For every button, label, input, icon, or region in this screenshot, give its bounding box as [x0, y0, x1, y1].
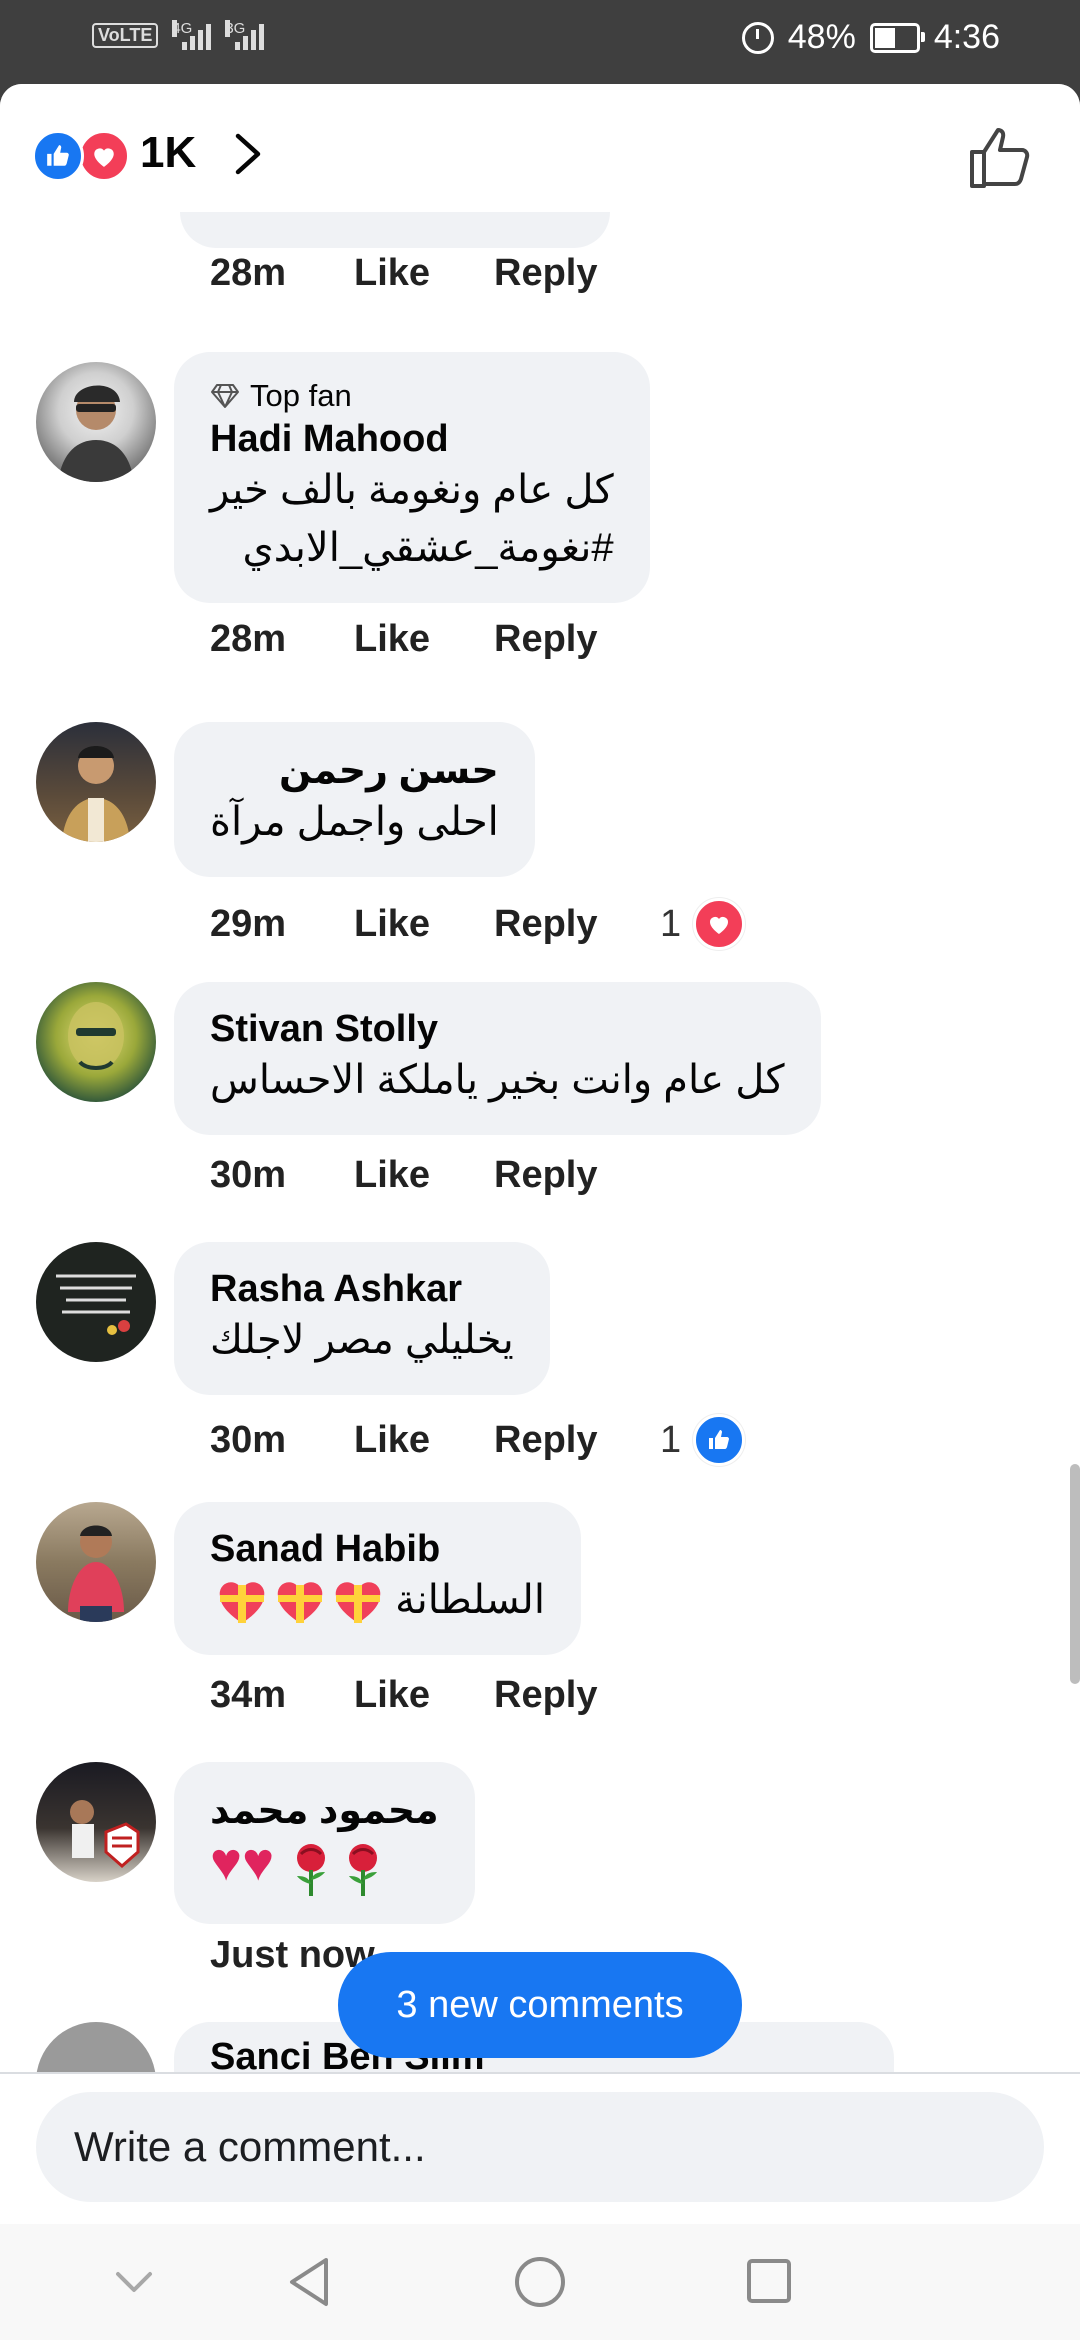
like-button[interactable]: Like — [354, 1674, 494, 1717]
love-reaction-icon — [693, 898, 746, 950]
status-bar: VoLTE 4G 3G 48% 4:36 — [0, 0, 1080, 84]
comment-meta: 30m Like Reply 1 — [210, 1414, 746, 1466]
gift-heart-icon — [277, 1582, 323, 1624]
comment-time: 34m — [210, 1674, 287, 1716]
like-button[interactable]: Like — [354, 1419, 494, 1462]
back-icon[interactable] — [284, 2254, 334, 2310]
heart-emoji: ♥ — [242, 1832, 275, 1892]
comment-time: 30m — [210, 1154, 287, 1196]
comments-list: 28m Like Reply Top fan Hadi Mahood كل عا… — [0, 212, 1080, 2072]
comment-bubble[interactable]: Stivan Stolly كل عام وانت بخير ياملكة ال… — [174, 982, 821, 1135]
reply-button[interactable]: Reply — [494, 1674, 660, 1717]
comment-bubble[interactable]: حسن رحمن احلى واجمل مرآة — [174, 722, 535, 877]
like-button[interactable]: Like — [354, 252, 494, 295]
reply-button[interactable]: Reply — [494, 252, 660, 295]
battery-icon — [869, 22, 925, 53]
alarm-icon — [741, 21, 774, 54]
like-button[interactable]: Like — [354, 1154, 494, 1197]
comment-author[interactable]: Rasha Ashkar — [210, 1268, 514, 1311]
comment-text-line: السلطانة — [395, 1578, 545, 1622]
comments-sheet: 1K 28m Like Reply Top fan Hadi Mahood كل… — [0, 84, 1080, 2340]
comment-time: 29m — [210, 902, 287, 945]
comment-author[interactable]: Sanad Habib — [210, 1528, 545, 1571]
like-reaction-icon — [693, 1414, 746, 1466]
gift-heart-icon — [219, 1582, 265, 1624]
badge-label: Top fan — [250, 378, 352, 413]
comment-meta: 29m Like Reply 1 — [210, 898, 746, 950]
scrollbar[interactable] — [1070, 1464, 1080, 1684]
comment-meta: 28m Like Reply — [210, 252, 660, 295]
home-icon[interactable] — [512, 2254, 568, 2310]
comment-author[interactable]: Stivan Stolly — [210, 1008, 785, 1051]
like-reaction-icon — [32, 130, 84, 182]
comment-meta: 34m Like Reply — [210, 1674, 660, 1717]
new-comments-button[interactable]: 3 new comments — [338, 1952, 742, 2058]
reply-button[interactable]: Reply — [494, 903, 660, 946]
avatar[interactable] — [36, 1762, 156, 1882]
reply-button[interactable]: Reply — [494, 1419, 660, 1462]
heart-emoji: ♥ — [210, 1832, 243, 1892]
gift-heart-icon — [335, 1582, 381, 1624]
love-reaction-icon — [78, 130, 130, 182]
avatar[interactable] — [36, 1502, 156, 1622]
like-post-icon[interactable] — [966, 122, 1036, 192]
reaction-count: 1 — [660, 902, 682, 945]
network-type-1: 4G — [172, 20, 193, 37]
clock: 4:36 — [933, 18, 1000, 56]
chevron-down-icon[interactable] — [112, 2262, 156, 2302]
comment-meta: 28m Like Reply — [210, 618, 660, 661]
top-fan-badge: Top fan — [210, 378, 614, 414]
system-nav-bar — [0, 2224, 1080, 2340]
chevron-right-icon[interactable] — [226, 130, 270, 178]
comment-text-line: يخليلي مصر لاجلك — [210, 1318, 514, 1362]
avatar[interactable] — [36, 982, 156, 1102]
reaction-count: 1 — [660, 1418, 682, 1461]
comment-emoji-line: ♥♥ — [210, 1833, 439, 1898]
volte-indicator: VoLTE — [92, 22, 159, 48]
status-left: VoLTE 4G 3G — [92, 20, 265, 50]
comment-bubble[interactable]: محمود محمد ♥♥ — [174, 1762, 475, 1925]
avatar[interactable] — [36, 2022, 156, 2072]
like-button[interactable]: Like — [354, 618, 494, 661]
diamond-icon — [211, 384, 239, 408]
comment-input[interactable]: Write a comment... — [36, 2092, 1044, 2202]
comment-text-line: كل عام ونغومة بالف خير — [210, 468, 614, 512]
battery-percent: 48% — [787, 18, 856, 56]
comment-bubble[interactable]: Sanad Habib السلطانة — [174, 1502, 581, 1655]
signal-icon: 4G — [172, 20, 212, 50]
comment-author[interactable]: محمود محمد — [210, 1788, 439, 1833]
avatar[interactable] — [36, 362, 156, 482]
comment-text: السلطانة — [210, 1571, 545, 1629]
comment-reactions[interactable]: 1 — [660, 898, 746, 950]
comment-author[interactable]: حسن رحمن — [210, 748, 499, 793]
rose-emoji — [349, 1844, 378, 1897]
comment-text-line: احلى واجمل مرآة — [210, 800, 499, 844]
reactions-header: 1K — [0, 84, 1080, 212]
previous-comment-bubble — [180, 212, 610, 248]
network-type-2: 3G — [225, 20, 246, 37]
reply-button[interactable]: Reply — [494, 1154, 660, 1197]
comment-author[interactable]: Hadi Mahood — [210, 418, 614, 461]
comment-time: 30m — [210, 1418, 287, 1461]
signal-icon-2: 3G — [225, 20, 265, 50]
like-button[interactable]: Like — [354, 903, 494, 946]
rose-emoji — [297, 1844, 326, 1897]
comment-bubble[interactable]: Rasha Ashkar يخليلي مصر لاجلك — [174, 1242, 550, 1395]
comment-bubble[interactable]: Top fan Hadi Mahood كل عام ونغومة بالف خ… — [174, 352, 650, 603]
reaction-count[interactable]: 1K — [140, 128, 196, 178]
comment-reactions[interactable]: 1 — [660, 1414, 746, 1466]
comment-time: 28m — [210, 618, 287, 660]
recents-icon[interactable] — [744, 2256, 794, 2306]
avatar[interactable] — [36, 722, 156, 842]
comment-composer: Write a comment... — [0, 2072, 1080, 2210]
comment-text-line: كل عام وانت بخير ياملكة الاحساس — [210, 1058, 785, 1102]
comment-meta: 30m Like Reply — [210, 1154, 660, 1197]
reply-button[interactable]: Reply — [494, 618, 660, 661]
comment-text-line: #نغومة_عشقي_الابدي — [242, 526, 614, 570]
avatar[interactable] — [36, 1242, 156, 1362]
comment-time: 28m — [210, 252, 287, 294]
status-right: 48% 4:36 — [741, 18, 1000, 57]
